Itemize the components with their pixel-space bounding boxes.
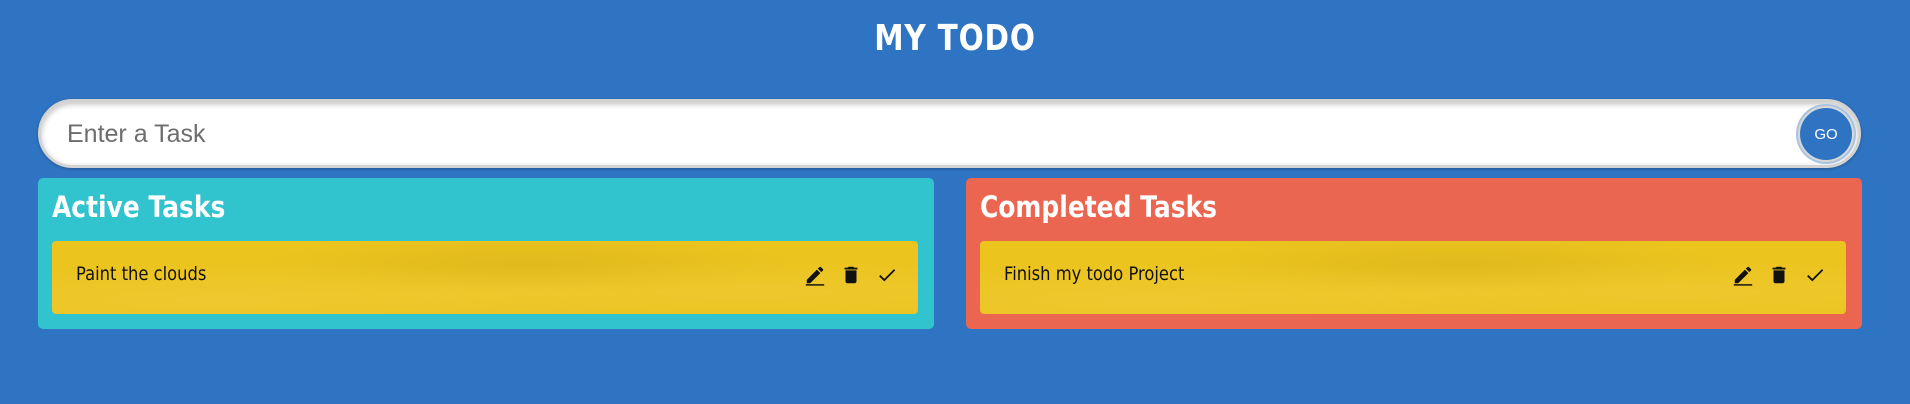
completed-tasks-panel: Completed Tasks Finish my todo Project [966,178,1862,329]
delete-icon[interactable] [840,263,862,287]
task-actions [1732,263,1826,287]
edit-icon[interactable] [1732,263,1754,287]
task-text: Paint the clouds [76,263,207,285]
task-text: Finish my todo Project [1004,263,1185,285]
check-icon[interactable] [876,263,898,287]
delete-icon[interactable] [1768,263,1790,287]
check-icon[interactable] [1804,263,1826,287]
page-title: MY TODO [874,18,1036,59]
task-input[interactable] [67,112,1767,157]
task-item: Finish my todo Project [980,241,1846,314]
edit-icon[interactable] [804,263,826,287]
task-input-bar: GO [38,99,1861,168]
task-item: Paint the clouds [52,241,918,314]
active-tasks-title: Active Tasks [52,190,226,224]
completed-tasks-title: Completed Tasks [980,190,1218,224]
active-tasks-panel: Active Tasks Paint the clouds [38,178,934,329]
go-button[interactable]: GO [1798,106,1854,162]
task-actions [804,263,898,287]
